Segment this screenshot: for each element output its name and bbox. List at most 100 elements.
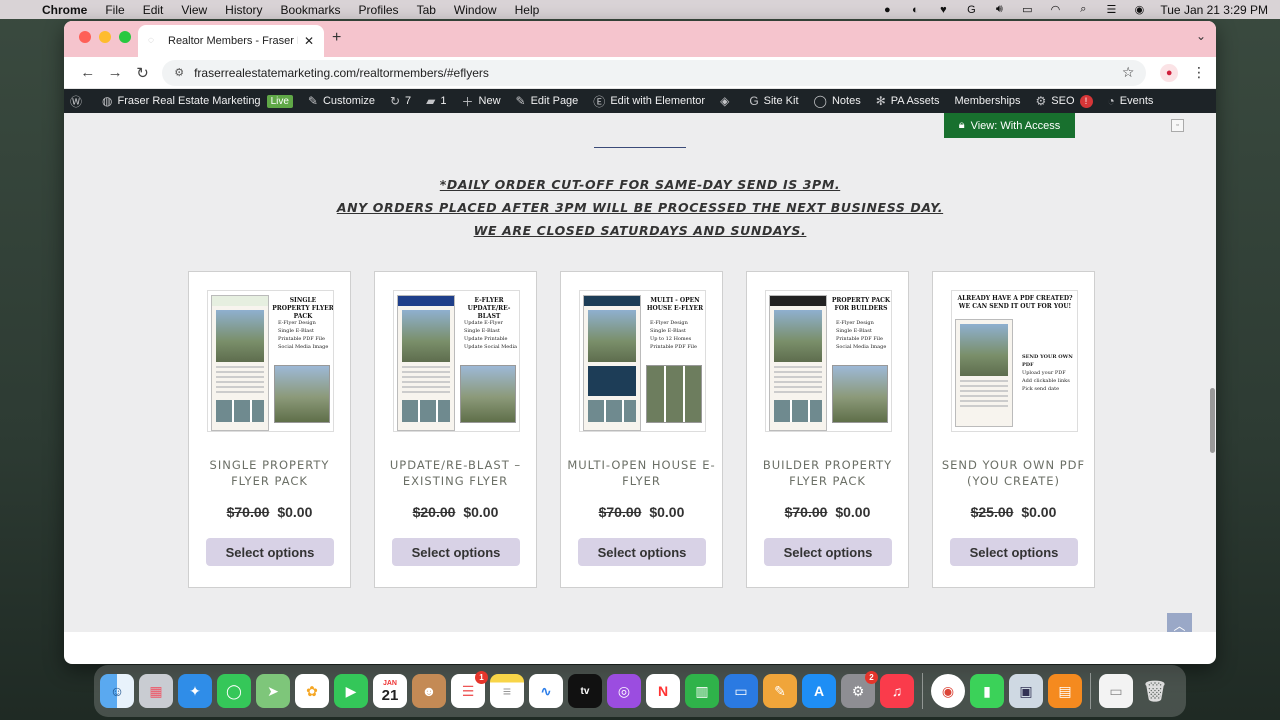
- chrome-icon[interactable]: ◉: [931, 674, 965, 708]
- menu-file[interactable]: File: [105, 3, 124, 17]
- minimize-box-icon[interactable]: ▫: [1171, 119, 1184, 132]
- pages-icon[interactable]: ✎: [763, 674, 797, 708]
- finder-icon[interactable]: ☺: [100, 674, 134, 708]
- product-title[interactable]: UPDATE/RE-BLAST – EXISTING FLYER: [375, 457, 536, 489]
- music-icon[interactable]: ♫: [880, 674, 914, 708]
- scroll-to-top-chevron-icon[interactable]: ︿: [1167, 613, 1192, 632]
- address-bar[interactable]: ⚙ fraserrealestatemarketing.com/realtorm…: [162, 59, 1147, 86]
- spotlight-icon[interactable]: ⌕: [1076, 3, 1090, 16]
- menubar-clock[interactable]: Tue Jan 21 3:29 PM: [1160, 3, 1268, 17]
- product-title[interactable]: SEND YOUR OWN PDF (YOU CREATE): [933, 457, 1094, 489]
- menu-view[interactable]: View: [181, 3, 207, 17]
- photos-icon[interactable]: ✿: [295, 674, 329, 708]
- wp-pa-assets[interactable]: ✻ PA Assets: [876, 94, 940, 108]
- product-image[interactable]: PROPERTY PACK FOR BUILDERS E-Flyer Desig…: [765, 290, 892, 432]
- wp-comments-count: 1: [440, 95, 447, 107]
- menu-bookmarks[interactable]: Bookmarks: [281, 3, 341, 17]
- wp-customize[interactable]: ✎ Customize: [308, 94, 375, 108]
- tab-close-icon[interactable]: ✕: [304, 34, 314, 48]
- news-icon[interactable]: N: [646, 674, 680, 708]
- wp-updates[interactable]: ↻ 7: [390, 94, 411, 108]
- menu-help[interactable]: Help: [515, 3, 540, 17]
- product-image[interactable]: ALREADY HAVE A PDF CREATED? WE CAN SEND …: [951, 290, 1078, 432]
- podcasts-icon[interactable]: ◎: [607, 674, 641, 708]
- record-icon[interactable]: ●: [880, 4, 894, 16]
- downloads-folder-icon[interactable]: ▭: [1099, 674, 1133, 708]
- select-options-button[interactable]: Select options: [950, 538, 1078, 566]
- wp-edit-page[interactable]: ✎ Edit Page: [516, 94, 579, 108]
- safari-icon[interactable]: ✦: [178, 674, 212, 708]
- menu-edit[interactable]: Edit: [143, 3, 164, 17]
- wp-edit-elementor[interactable]: Ⓔ Edit with Elementor: [593, 93, 705, 110]
- product-image[interactable]: MULTI - OPEN HOUSE E-FLYER E-Flyer Desig…: [579, 290, 706, 432]
- wp-comments[interactable]: ▰ 1: [426, 94, 446, 108]
- product-image[interactable]: SINGLE PROPERTY FLYER PACK E-Flyer Desig…: [207, 290, 334, 432]
- menu-history[interactable]: History: [225, 3, 262, 17]
- messages-icon[interactable]: ◯: [217, 674, 251, 708]
- new-tab-icon[interactable]: +: [332, 29, 341, 47]
- forward-arrow-icon[interactable]: →: [101, 64, 128, 81]
- close-window-button[interactable]: [79, 31, 91, 43]
- product-title[interactable]: SINGLE PROPERTY FLYER PACK: [189, 457, 350, 489]
- tab-search-chevron-icon[interactable]: ⌄: [1196, 29, 1206, 43]
- wp-logo-icon[interactable]: Ⓦ: [70, 93, 87, 110]
- menu-profiles[interactable]: Profiles: [359, 3, 399, 17]
- grammarly-icon[interactable]: G: [964, 4, 978, 16]
- minimize-window-button[interactable]: [99, 31, 111, 43]
- zoom-window-button[interactable]: [119, 31, 131, 43]
- trash-icon[interactable]: 🗑︎: [1138, 674, 1172, 708]
- wp-memberships[interactable]: Memberships: [954, 95, 1020, 107]
- maps-icon[interactable]: ➤: [256, 674, 290, 708]
- select-options-button[interactable]: Select options: [392, 538, 520, 566]
- wifi-icon[interactable]: ◠: [1048, 4, 1062, 16]
- calendar-icon[interactable]: JAN 21: [373, 674, 407, 708]
- system-settings-icon[interactable]: ⚙ 2: [841, 671, 878, 708]
- browser-tab-active[interactable]: ◌ Realtor Members - Fraser Re ✕: [138, 25, 324, 57]
- wp-notes[interactable]: ◯ Notes: [814, 94, 861, 108]
- launchpad-icon[interactable]: ▦: [139, 674, 173, 708]
- facetime-video-icon[interactable]: ▮: [970, 674, 1004, 708]
- product-title[interactable]: MULTI-OPEN HOUSE E-FLYER: [561, 457, 722, 489]
- bookmark-star-icon[interactable]: ☆: [1122, 64, 1135, 81]
- select-options-button[interactable]: Select options: [578, 538, 706, 566]
- address-url[interactable]: fraserrealestatemarketing.com/realtormem…: [194, 66, 1122, 80]
- app-store-icon[interactable]: A: [802, 674, 836, 708]
- product-image[interactable]: E-FLYER UPDATE/RE-BLAST Update E-Flyer S…: [393, 290, 520, 432]
- facetime-icon[interactable]: ▶: [334, 674, 368, 708]
- apple-tv-icon[interactable]: tv: [568, 674, 602, 708]
- freeform-icon[interactable]: ∿: [529, 674, 563, 708]
- browser-menu-icon[interactable]: ⋮: [1192, 64, 1206, 81]
- product-title[interactable]: BUILDER PROPERTY FLYER PACK: [747, 457, 908, 489]
- site-info-icon[interactable]: ⚙: [174, 66, 184, 79]
- view-with-access-button[interactable]: 🔒︎ View: With Access: [944, 113, 1075, 138]
- keynote-icon[interactable]: ▭: [724, 674, 758, 708]
- preview-icon[interactable]: ▣: [1009, 674, 1043, 708]
- menu-app-name[interactable]: Chrome: [42, 3, 87, 17]
- menu-window[interactable]: Window: [454, 3, 497, 17]
- heart-icon[interactable]: ♥: [936, 4, 950, 16]
- volume-icon[interactable]: 🔊︎: [992, 3, 1006, 16]
- profile-avatar-icon[interactable]: ●: [1160, 63, 1179, 82]
- wp-site-kit[interactable]: G Site Kit: [749, 94, 798, 108]
- wp-site-name[interactable]: ◍ Fraser Real Estate Marketing Live: [102, 94, 293, 108]
- contacts-icon[interactable]: ☻: [412, 674, 446, 708]
- apple-icon[interactable]: [12, 3, 26, 17]
- notes-icon[interactable]: ≡: [490, 674, 524, 708]
- reminders-icon[interactable]: ☰ 1: [451, 671, 488, 708]
- numbers-icon[interactable]: ▥: [685, 674, 719, 708]
- select-options-button[interactable]: Select options: [764, 538, 892, 566]
- battery-icon[interactable]: ▭: [1020, 4, 1034, 16]
- extension-icon[interactable]: ◐: [908, 4, 922, 16]
- reload-icon[interactable]: ↻: [129, 64, 156, 82]
- wp-diamond-icon[interactable]: ◈: [720, 94, 734, 108]
- books-icon[interactable]: ▤: [1048, 674, 1082, 708]
- siri-icon[interactable]: ◉: [1132, 4, 1146, 16]
- back-arrow-icon[interactable]: ←: [74, 64, 101, 81]
- select-options-button[interactable]: Select options: [206, 538, 334, 566]
- menu-tab[interactable]: Tab: [417, 3, 436, 17]
- wp-seo[interactable]: ⚙ SEO!: [1036, 94, 1093, 108]
- control-center-icon[interactable]: ☰: [1104, 4, 1118, 16]
- scrollbar-thumb[interactable]: [1210, 388, 1215, 453]
- wp-events[interactable]: ◔ Events: [1108, 94, 1154, 108]
- wp-new[interactable]: ＋ New: [462, 93, 501, 110]
